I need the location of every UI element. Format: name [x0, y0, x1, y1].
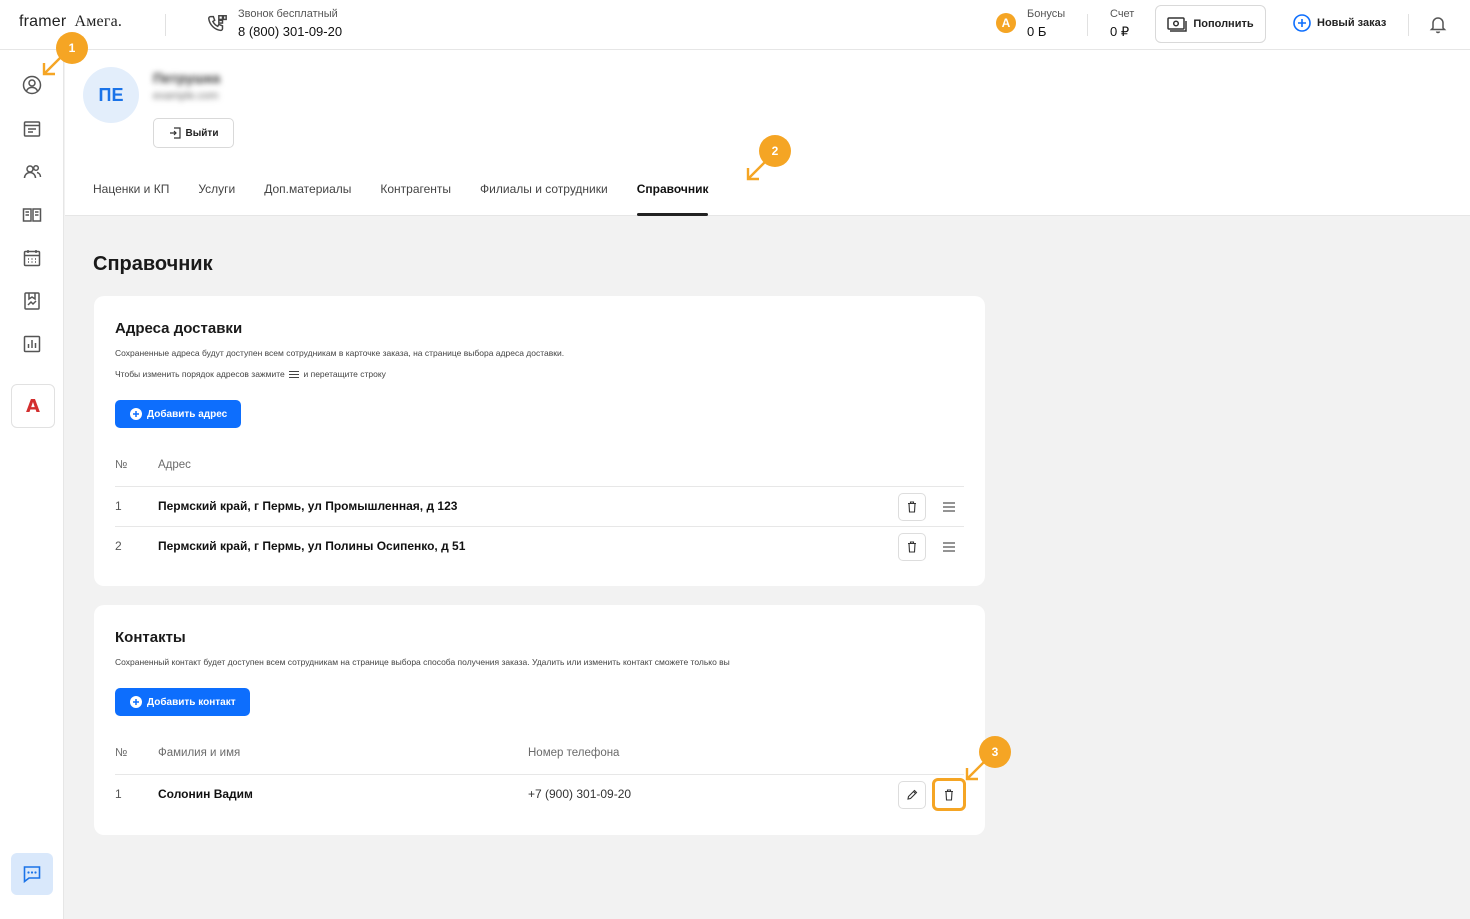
drag-handle-icon [289, 371, 300, 379]
bonus-coin-icon: A [996, 13, 1016, 33]
column-address: Адрес [158, 459, 191, 471]
row-number: 1 [115, 787, 122, 801]
chat-icon [23, 866, 41, 884]
tab-extra-materials[interactable]: Доп.материалы [264, 182, 351, 216]
tab-counterparties[interactable]: Контрагенты [380, 182, 451, 216]
addresses-title: Адреса доставки [115, 320, 243, 337]
new-order-label: Новый заказ [1317, 17, 1387, 29]
contact-phone: +7 (900) 301-09-20 [528, 787, 632, 801]
divider [1087, 14, 1088, 36]
profile-email: example.com [153, 90, 219, 102]
top-bar: framer Амега. Звонок бесплатный 8 (800) … [0, 0, 1470, 50]
brand-button[interactable]: A [11, 384, 55, 428]
column-name: Фамилия и имя [158, 747, 241, 759]
table-row: 2 Пермский край, г Пермь, ул Полины Осип… [115, 526, 964, 566]
trash-icon [908, 541, 916, 553]
reorder-hint-before: Чтобы изменить порядок адресов зажмите [115, 369, 285, 379]
address-text: Пермский край, г Пермь, ул Полины Осипен… [158, 539, 466, 553]
drag-handle-icon[interactable] [942, 501, 956, 513]
logo[interactable]: framer Амега. [19, 13, 122, 31]
account-value: 0 ₽ [1110, 24, 1130, 39]
plus-circle-icon [130, 408, 142, 420]
addresses-card: Адреса доставки Сохраненные адреса будут… [94, 296, 985, 586]
plus-circle-icon [1293, 14, 1311, 32]
call-number: 8 (800) 301-09-20 [238, 24, 343, 39]
drag-handle-icon[interactable] [942, 541, 956, 553]
contacts-desc: Сохраненный контакт будет доступен всем … [115, 657, 730, 667]
trash-icon [945, 788, 953, 801]
logout-label: Выйти [185, 127, 219, 139]
trash-icon [908, 501, 916, 513]
reports-icon[interactable] [22, 334, 42, 354]
delete-button[interactable] [932, 778, 966, 811]
column-phone: Номер телефона [528, 747, 620, 759]
addresses-reorder-hint: Чтобы изменить порядок адресов зажмите и… [115, 369, 386, 379]
bonus-value: 0 Б [1027, 24, 1047, 39]
add-address-label: Добавить адрес [147, 408, 228, 420]
arrow-icon [965, 761, 985, 781]
page-title: Справочник [93, 253, 213, 275]
avatar: ПЕ [83, 67, 139, 123]
cash-icon [1167, 17, 1188, 32]
column-number: № [115, 459, 128, 471]
edit-button[interactable] [898, 781, 926, 809]
add-address-button[interactable]: Добавить адрес [115, 400, 242, 428]
contact-name: Солонин Вадим [158, 787, 253, 801]
bonus-block[interactable]: Бонусы 0 Б [1027, 8, 1065, 39]
plus-circle-icon [130, 696, 142, 708]
topup-label: Пополнить [1193, 18, 1254, 30]
contacts-title: Контакты [115, 629, 186, 646]
orders-icon[interactable] [22, 119, 42, 139]
divider [165, 14, 166, 36]
divider [1408, 14, 1409, 36]
profile-name: Петрушка [153, 70, 221, 86]
delete-button[interactable] [898, 533, 926, 561]
logout-icon [169, 127, 181, 139]
pencil-icon [907, 789, 918, 800]
tab-markups[interactable]: Наценки и КП [93, 182, 169, 216]
topup-button[interactable]: Пополнить [1155, 5, 1266, 43]
logo-framer: framer [19, 13, 67, 30]
call-label: Звонок бесплатный [238, 8, 338, 20]
calendar-icon[interactable] [22, 248, 42, 268]
logout-button[interactable]: Выйти [153, 118, 234, 148]
logo-amega: Амега. [74, 13, 123, 30]
bonus-label: Бонусы [1027, 8, 1066, 20]
phone-icon [208, 15, 227, 32]
tabs: Наценки и КП Услуги Доп.материалы Контра… [93, 182, 708, 216]
contacts-card: Контакты Сохраненный контакт будет досту… [94, 605, 985, 835]
brand-logo-icon: A [26, 395, 40, 417]
sidebar: A [0, 50, 64, 919]
add-contact-button[interactable]: Добавить контакт [115, 688, 250, 716]
profile-header: ПЕ Петрушка example.com Выйти Наценки и … [65, 50, 1470, 216]
address-text: Пермский край, г Пермь, ул Промышленная,… [158, 499, 458, 513]
arrow-icon [746, 161, 766, 181]
delete-button[interactable] [898, 493, 926, 521]
catalog-icon[interactable] [22, 205, 42, 225]
addresses-desc: Сохраненные адреса будут доступен всем с… [115, 348, 565, 358]
column-number: № [115, 747, 128, 759]
users-icon[interactable] [22, 162, 42, 182]
tab-branches[interactable]: Филиалы и сотрудники [480, 182, 608, 216]
row-number: 2 [115, 539, 122, 553]
account-block[interactable]: Счет 0 ₽ [1110, 8, 1134, 40]
add-contact-label: Добавить контакт [147, 696, 236, 708]
tab-services[interactable]: Услуги [198, 182, 235, 216]
profile-icon[interactable] [22, 75, 42, 95]
chat-button[interactable] [11, 853, 53, 895]
reorder-hint-after: и перетащите строку [303, 369, 386, 379]
gallery-icon[interactable] [22, 291, 42, 311]
bell-icon[interactable] [1428, 14, 1448, 34]
row-number: 1 [115, 499, 122, 513]
account-label: Счет [1110, 8, 1135, 20]
tab-directory[interactable]: Справочник [636, 182, 708, 216]
arrow-icon [42, 56, 62, 76]
table-row: 1 Пермский край, г Пермь, ул Промышленна… [115, 486, 964, 526]
table-row: 1 Солонин Вадим +7 (900) 301-09-20 [115, 774, 966, 814]
call-block[interactable]: Звонок бесплатный 8 (800) 301-09-20 [238, 8, 342, 39]
new-order-button[interactable]: Новый заказ [1293, 14, 1386, 32]
